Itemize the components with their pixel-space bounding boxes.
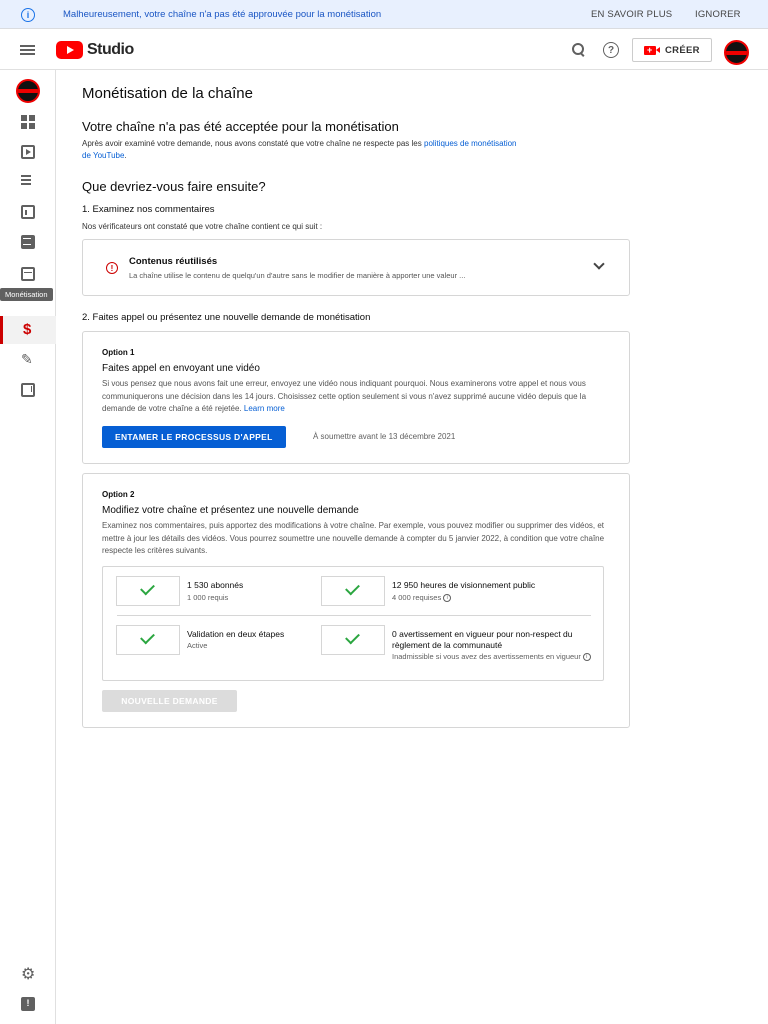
- option1-card: Option 1 Faites appel en envoyant une vi…: [82, 331, 630, 464]
- option1-title: Faites appel en envoyant une vidéo: [102, 363, 260, 374]
- info-icon: i: [21, 8, 35, 22]
- channel-avatar[interactable]: [16, 79, 40, 103]
- sidebar-tooltip: Monétisation: [0, 288, 53, 301]
- sidebar-item-customization[interactable]: ✎: [0, 346, 56, 374]
- option2-text: Examinez nos commentaires, puis apportez…: [102, 521, 605, 555]
- next-steps-heading: Que devriez-vous faire ensuite?: [82, 179, 266, 194]
- requirements-box: 1 530 abonnés 1 000 requis 12 950 heures…: [102, 566, 604, 681]
- issue-card[interactable]: ! Contenus réutilisés La chaîne utilise …: [82, 239, 630, 296]
- menu-icon[interactable]: [20, 45, 35, 55]
- sidebar-item-content[interactable]: [0, 138, 56, 166]
- dashboard-icon: [21, 115, 35, 129]
- option1-label: Option 1: [102, 348, 135, 357]
- analytics-icon: [21, 205, 35, 219]
- issue-title: Contenus réutilisés: [129, 256, 218, 267]
- info-icon[interactable]: i: [582, 653, 591, 662]
- rejected-text: Après avoir examiné votre demande, nous …: [82, 139, 517, 160]
- settings-icon: ⚙: [21, 966, 36, 983]
- learn-more-link[interactable]: Learn more: [244, 404, 285, 413]
- info-icon[interactable]: i: [443, 594, 452, 603]
- sidebar-item-feedback[interactable]: !: [0, 990, 56, 1018]
- check-icon: [321, 576, 385, 606]
- requirement-watch-hours: 12 950 heures de visionnement public 4 0…: [321, 576, 591, 610]
- new-application-button: NOUVELLE DEMANDE: [102, 690, 237, 712]
- sidebar-item-settings[interactable]: ⚙: [0, 960, 56, 988]
- sidebar-item-monetization[interactable]: $: [0, 316, 56, 344]
- requirement-two-step: Validation en deux étapes Active: [116, 625, 306, 659]
- customization-icon: ✎: [21, 351, 33, 367]
- sidebar-item-analytics[interactable]: [0, 198, 56, 226]
- youtube-logo-icon: [56, 41, 83, 59]
- feedback-icon: !: [21, 997, 35, 1011]
- appeal-deadline: À soumettre avant le 13 décembre 2021: [313, 432, 456, 441]
- requirement-community-strikes: 0 avertissement en vigueur pour non-resp…: [321, 625, 601, 673]
- account-avatar[interactable]: [724, 40, 749, 65]
- logo-text: Studio: [87, 41, 134, 58]
- content-icon: [21, 145, 35, 159]
- dismiss-button[interactable]: IGNORER: [695, 9, 741, 20]
- divider: [117, 615, 591, 616]
- create-button[interactable]: + CRÉER: [632, 38, 712, 62]
- notification-banner: i Malheureusement, votre chaîne n'a pas …: [0, 0, 768, 29]
- requirement-subscribers: 1 530 abonnés 1 000 requis: [116, 576, 306, 610]
- sidebar-item-playlists[interactable]: [0, 168, 56, 196]
- top-header: Studio ? + CRÉER: [0, 29, 768, 70]
- banner-message: Malheureusement, votre chaîne n'a pas ét…: [63, 9, 382, 20]
- issue-description: La chaîne utilise le contenu de quelqu'u…: [129, 271, 466, 280]
- sidebar-item-dashboard[interactable]: [0, 108, 56, 136]
- sidebar-item-audio-library[interactable]: [0, 376, 56, 404]
- option2-label: Option 2: [102, 490, 135, 499]
- subtitles-icon: [21, 267, 35, 281]
- monetization-icon: $: [23, 321, 32, 338]
- page-title: Monétisation de la chaîne: [82, 85, 253, 102]
- error-icon: !: [106, 262, 118, 274]
- studio-logo[interactable]: Studio: [56, 41, 134, 59]
- step1-text: Nos vérificateurs ont constaté que votre…: [82, 222, 323, 231]
- rejected-heading: Votre chaîne n'a pas été acceptée pour l…: [82, 119, 399, 134]
- playlists-icon: [21, 175, 35, 189]
- search-icon[interactable]: [571, 42, 587, 58]
- audio-library-icon: [21, 383, 35, 397]
- create-label: CRÉER: [665, 44, 700, 56]
- check-icon: [116, 576, 180, 606]
- sidebar: $ ✎ ⚙ !: [0, 70, 56, 1024]
- sidebar-item-subtitles[interactable]: [0, 258, 56, 286]
- check-icon: [116, 625, 180, 655]
- help-icon[interactable]: ?: [603, 42, 619, 58]
- start-appeal-button[interactable]: ENTAMER LE PROCESSUS D'APPEL: [102, 426, 286, 448]
- camera-icon: +: [644, 45, 660, 55]
- check-icon: [321, 625, 385, 655]
- comments-icon: [21, 235, 35, 249]
- option1-text: Si vous pensez que nous avons fait une e…: [102, 379, 587, 413]
- learn-more-button[interactable]: EN SAVOIR PLUS: [591, 9, 672, 20]
- step1-title: 1. Examinez nos commentaires: [82, 204, 215, 215]
- chevron-down-icon[interactable]: [593, 258, 605, 270]
- sidebar-item-comments[interactable]: [0, 228, 56, 256]
- option2-card: Option 2 Modifiez votre chaîne et présen…: [82, 473, 630, 728]
- step2-title: 2. Faites appel ou présentez une nouvell…: [82, 312, 371, 323]
- option2-title: Modifiez votre chaîne et présentez une n…: [102, 505, 359, 516]
